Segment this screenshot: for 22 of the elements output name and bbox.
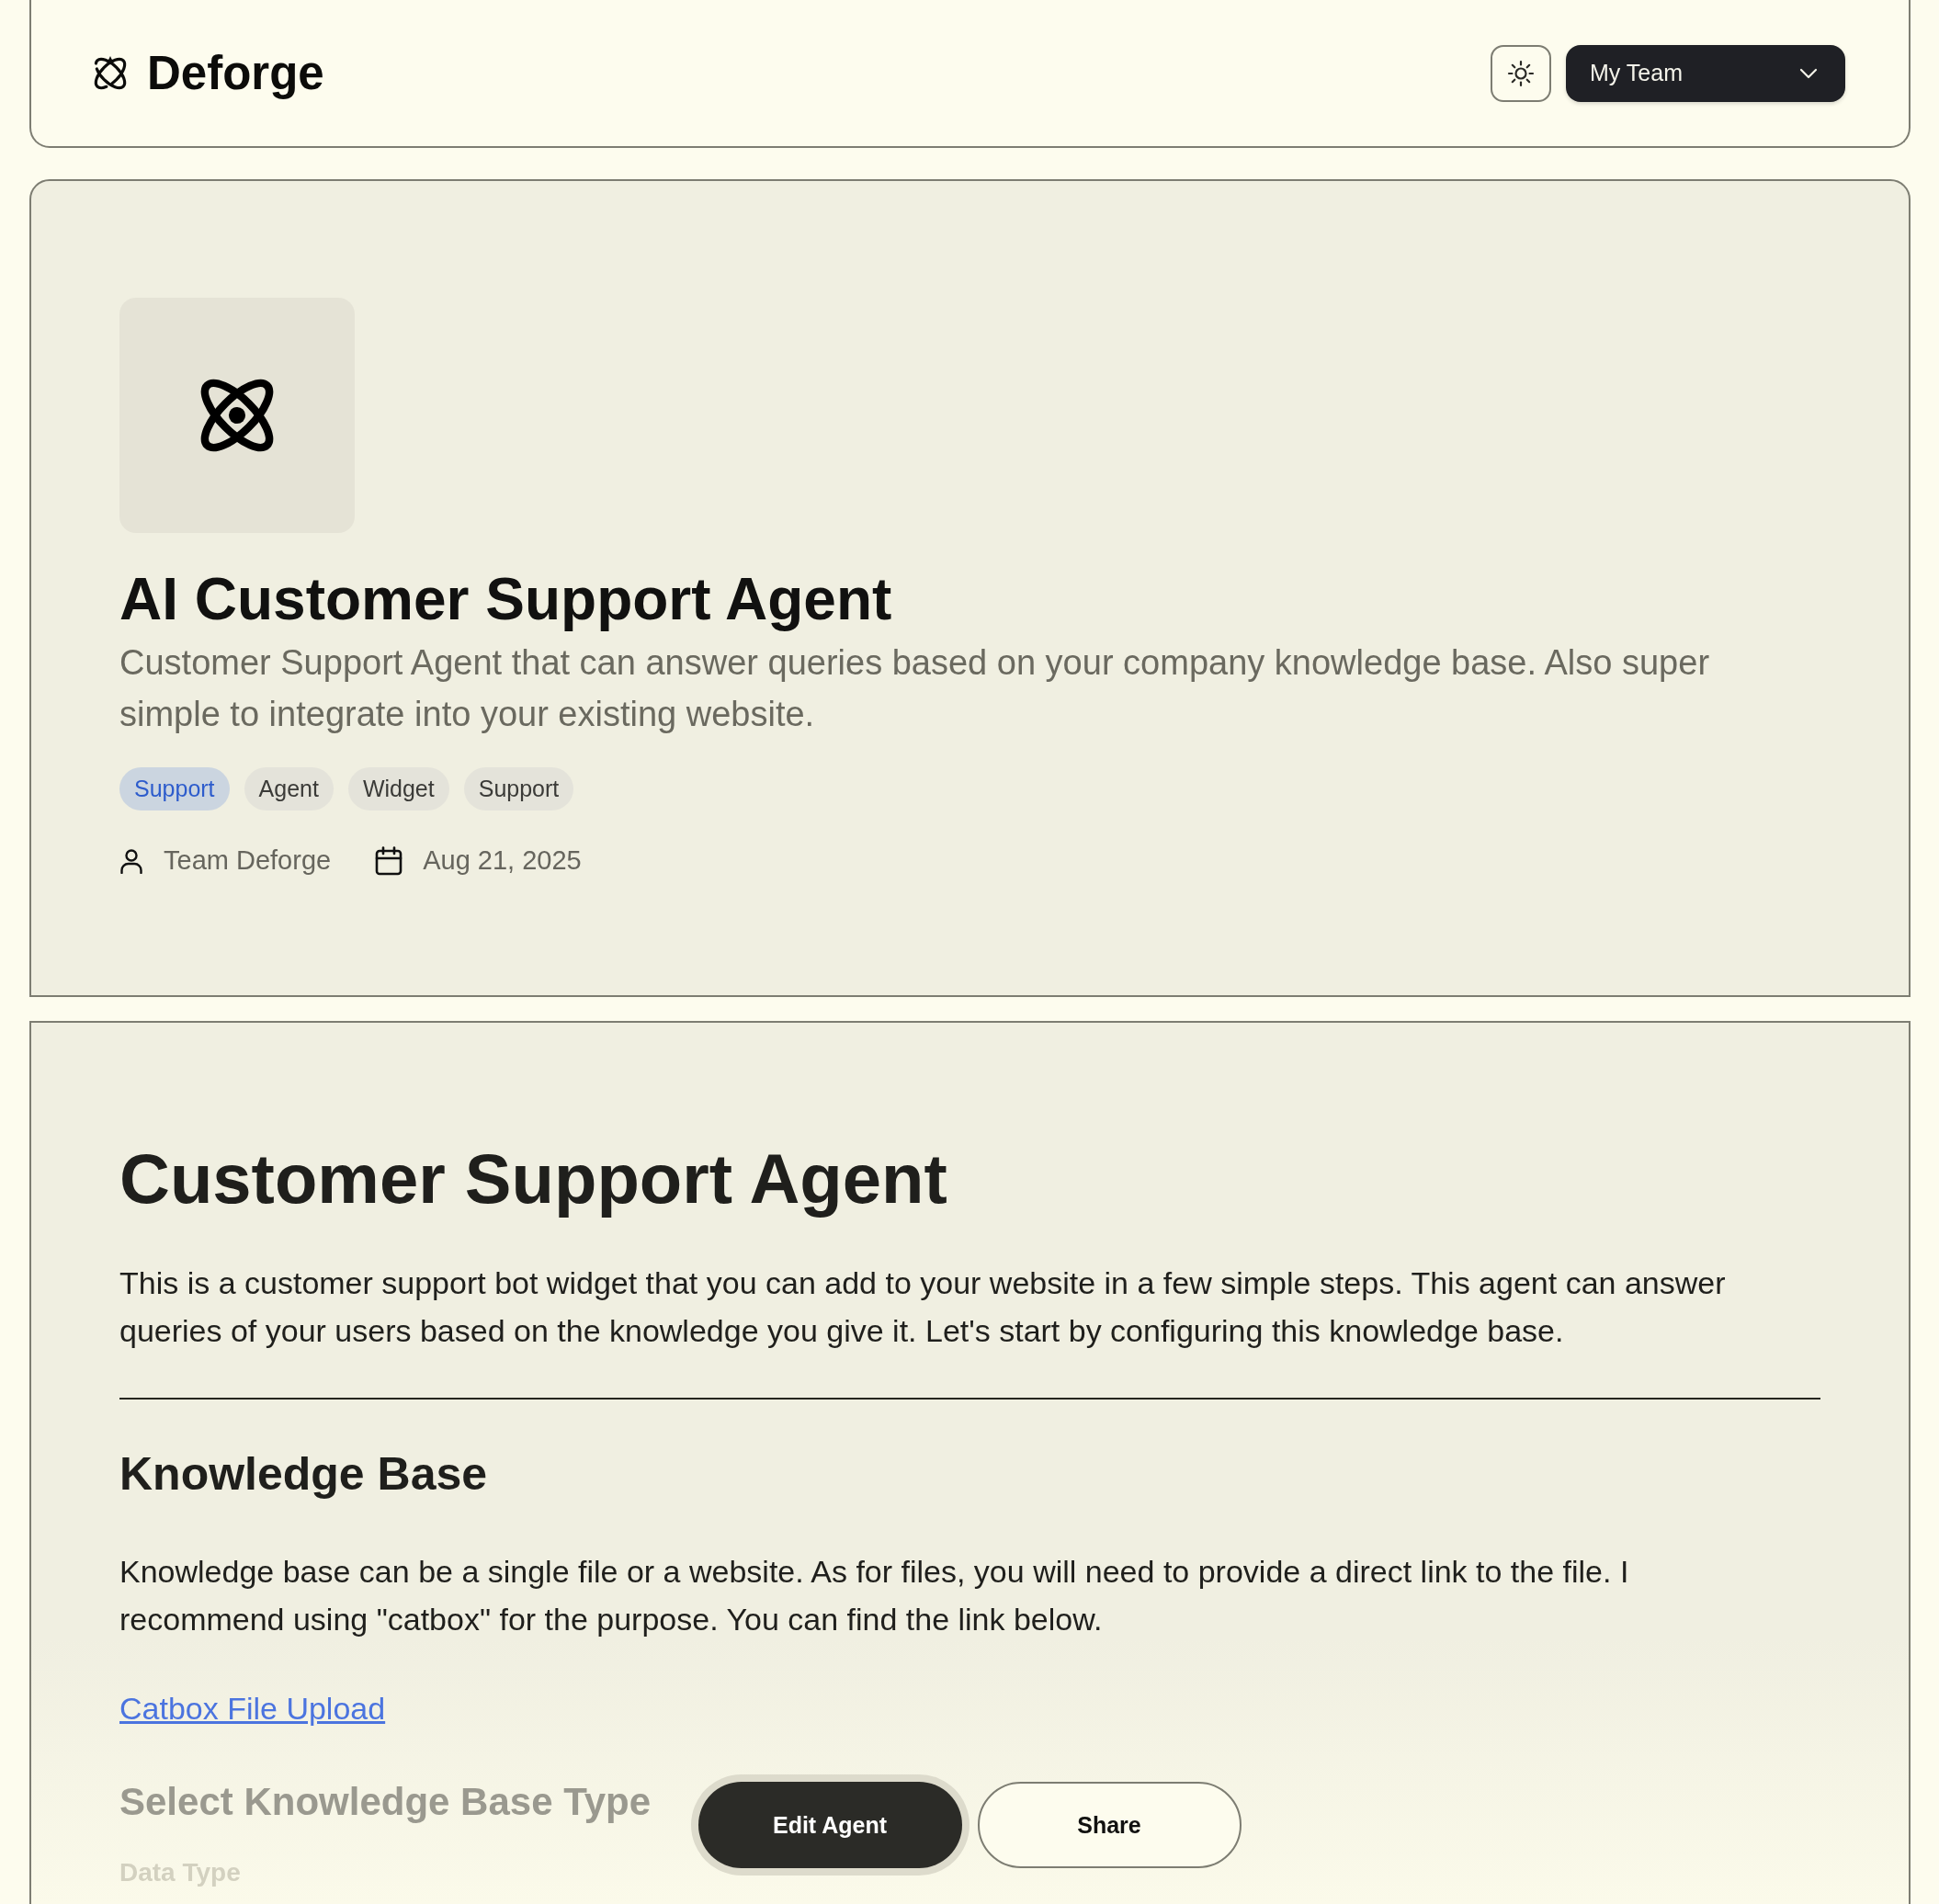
subsection-heading: Select Knowledge Base Type xyxy=(119,1779,652,1825)
calendar-icon xyxy=(375,845,403,876)
upload-link[interactable]: Catbox File Upload xyxy=(119,1688,386,1728)
agent-description: Customer Support Agent that can answer queries based on your company knowledge base. Also super simple to integrate into your existing website. xyxy=(119,642,1711,735)
tag: Widget xyxy=(347,767,449,810)
section-title: Customer Support Agent xyxy=(119,1139,948,1219)
chevron-down-icon xyxy=(1799,67,1818,79)
paragraph: This is a customer support bot widget that you can add to your website in a few simple steps. This agent can answer queries of your users based on the knowledge you give it. Let's start by configuring this knowledge base. xyxy=(119,1264,1727,1350)
tag: Support xyxy=(119,767,230,810)
tag: Support xyxy=(463,767,574,810)
theme-toggle-button[interactable] xyxy=(1491,44,1551,102)
agent-title: AI Customer Support Agent xyxy=(119,565,893,633)
person-icon xyxy=(119,847,143,874)
action-button[interactable]: Share xyxy=(977,1782,1242,1868)
author-name: Team Deforge xyxy=(164,845,332,876)
paragraph: Knowledge base can be a single file or a website. As for files, you will need to provide a direct link to the file. I recommend using "catbox" for the purpose. You can find the link below. xyxy=(119,1553,1630,1638)
section-heading: Knowledge Base xyxy=(119,1447,489,1502)
sun-icon xyxy=(1507,59,1535,87)
atom-icon xyxy=(200,379,274,452)
team-select-button[interactable]: My Team xyxy=(1566,44,1845,102)
publish-date: Aug 21, 2025 xyxy=(423,845,582,876)
tag: Agent xyxy=(244,767,334,810)
